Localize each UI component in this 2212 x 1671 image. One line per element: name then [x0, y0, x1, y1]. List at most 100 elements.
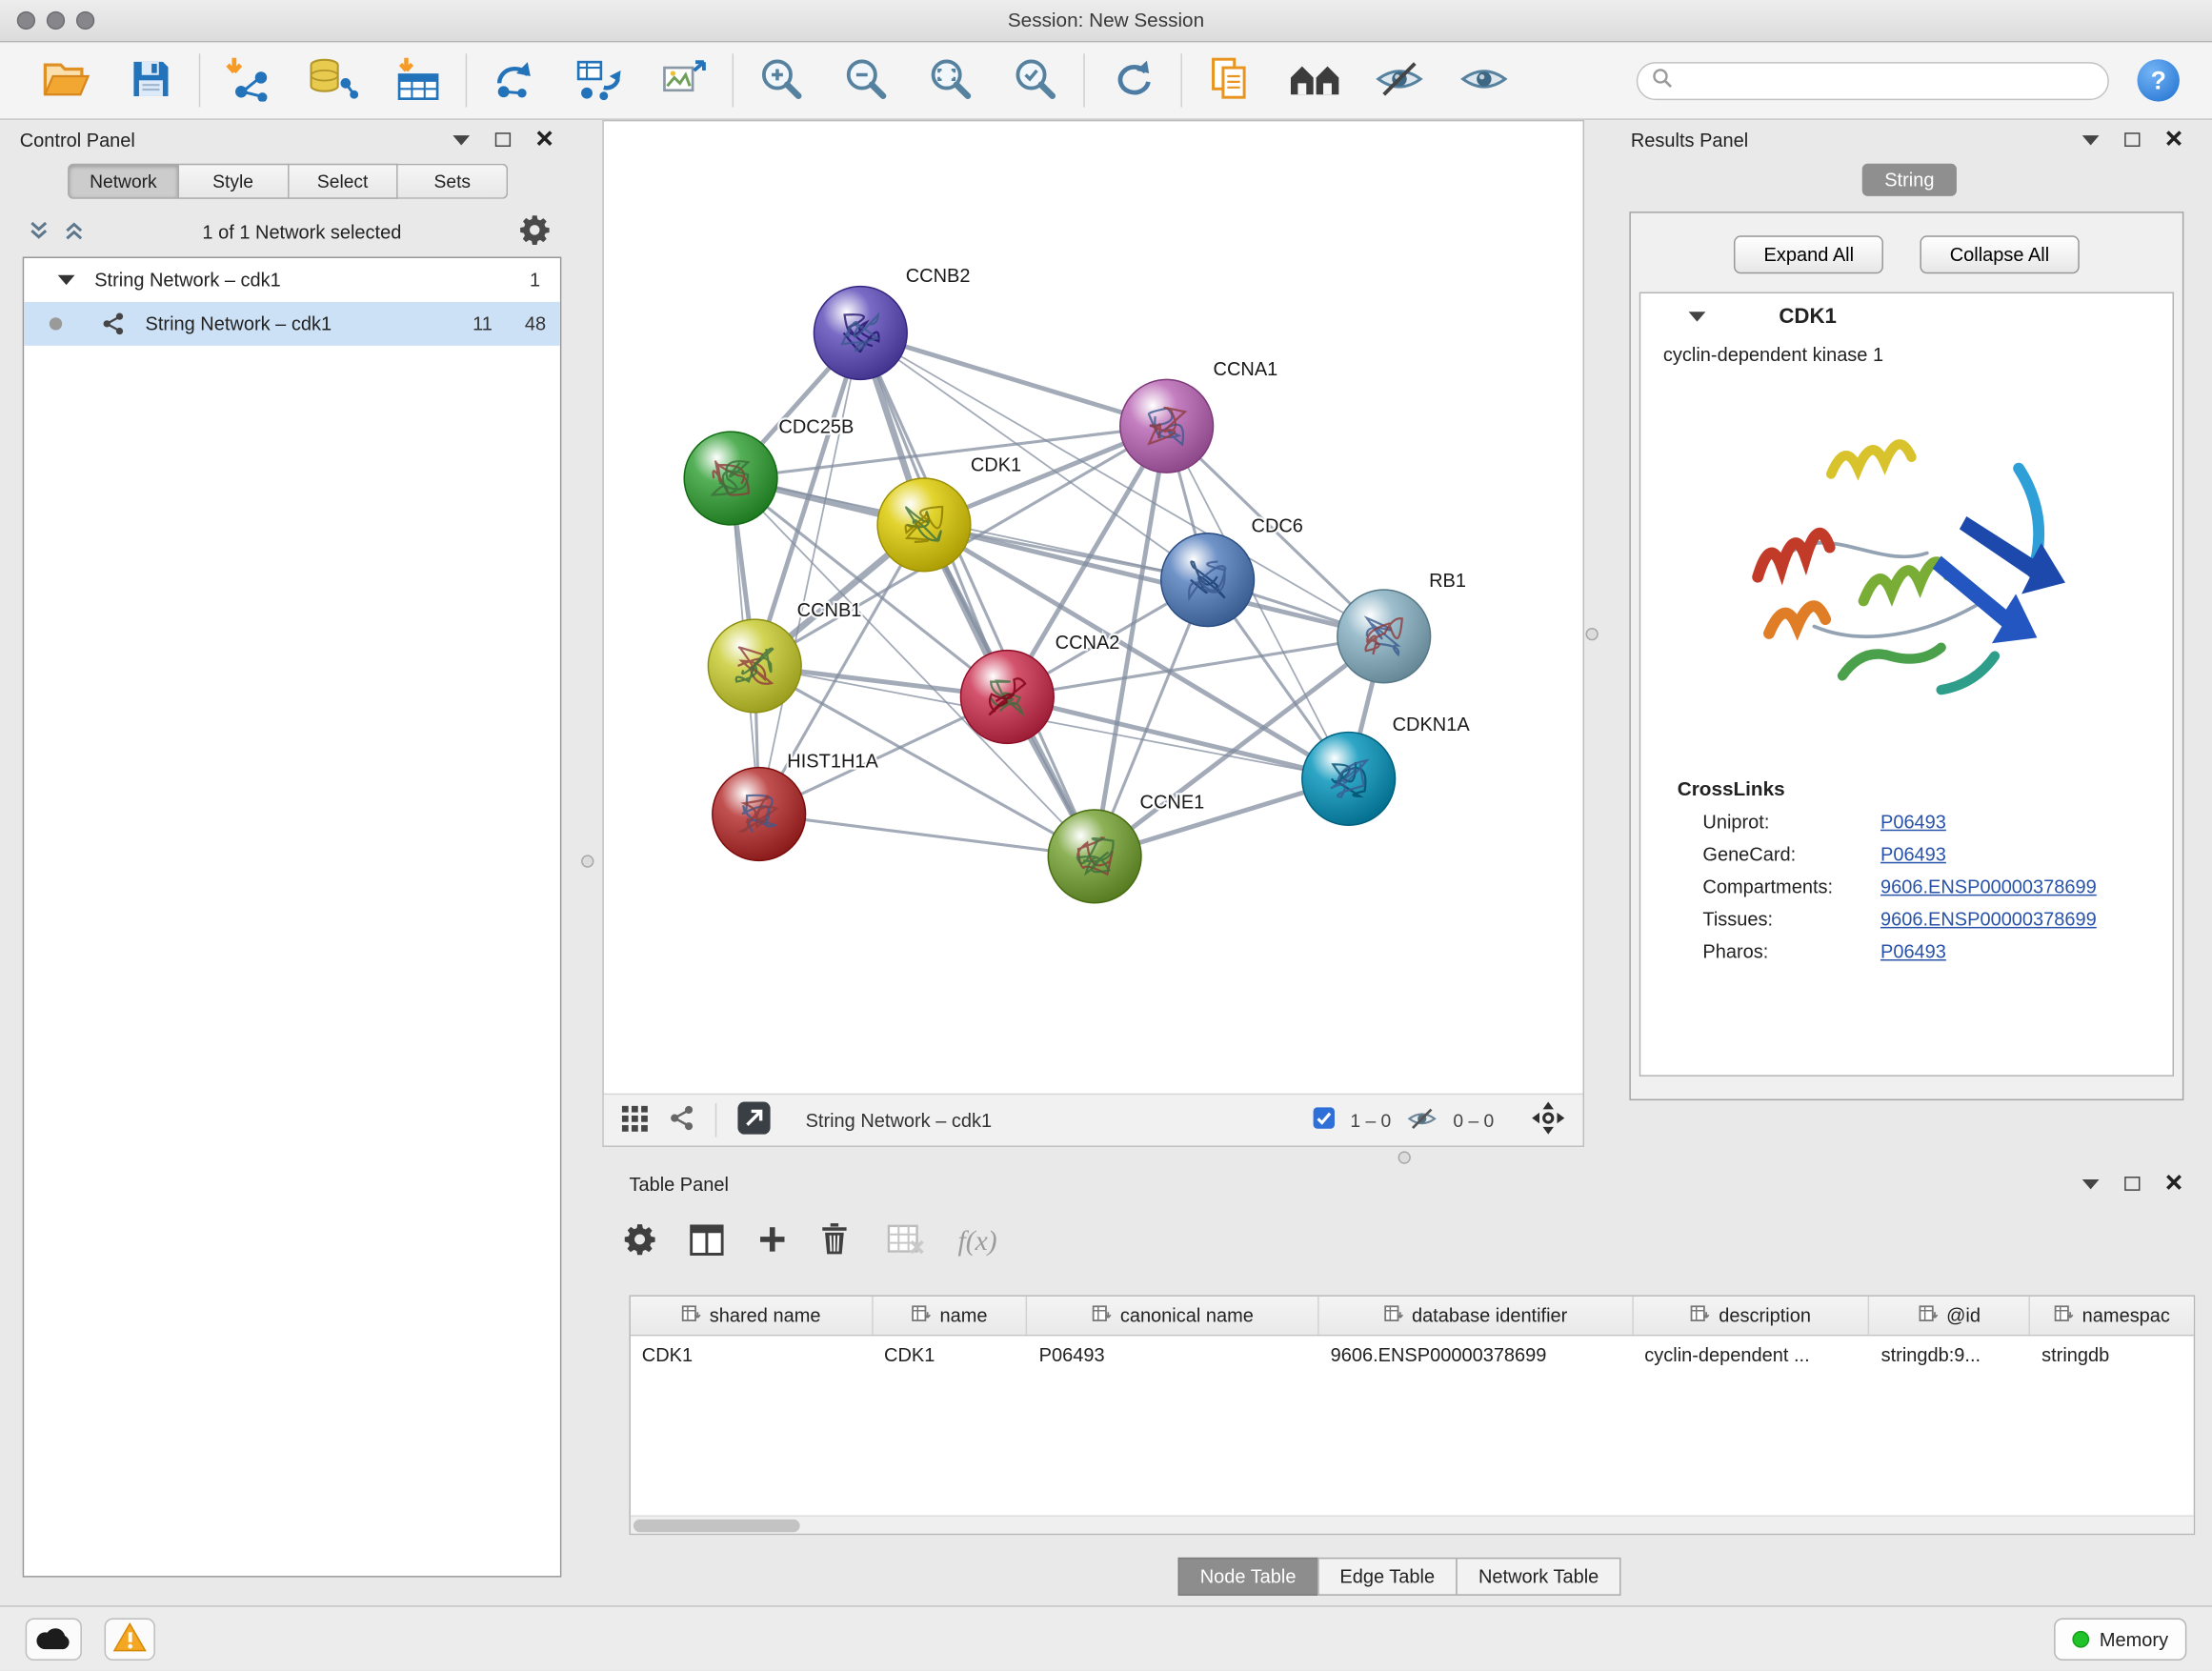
pharos-link[interactable]: P06493	[1880, 941, 1946, 962]
export-image-button[interactable]	[654, 50, 715, 110]
panel-menu-icon[interactable]	[2082, 134, 2100, 144]
float-panel-icon[interactable]	[2124, 1177, 2140, 1191]
zoom-in-button[interactable]	[751, 50, 813, 110]
import-table-from-file-button[interactable]	[387, 50, 449, 110]
gear-icon[interactable]	[519, 213, 551, 249]
close-panel-icon[interactable]	[536, 129, 553, 150]
import-network-from-database-button[interactable]	[302, 50, 364, 110]
network-collection-row[interactable]: String Network – cdk1 1	[24, 258, 560, 302]
selected-checkbox-icon[interactable]	[1312, 1106, 1336, 1135]
hidden-eye-slash-icon[interactable]	[1405, 1105, 1439, 1135]
tab-sets[interactable]: Sets	[398, 164, 508, 199]
protein-structure-image	[1729, 379, 2084, 763]
edge-HIST1H1A-CCNE1[interactable]	[759, 814, 1095, 856]
import-network-from-file-button[interactable]	[217, 50, 279, 110]
column-header-namespace[interactable]: namespac	[2030, 1297, 2193, 1335]
close-panel-icon[interactable]	[2165, 1173, 2182, 1194]
table-settings-gear-icon[interactable]	[624, 1223, 656, 1260]
tab-style[interactable]: Style	[179, 164, 289, 199]
toolbar-separator	[733, 53, 734, 107]
add-column-plus-icon[interactable]	[757, 1224, 787, 1258]
compartments-link[interactable]: 9606.ENSP00000378699	[1880, 876, 2097, 897]
column-header-shared-name[interactable]: shared name	[631, 1297, 873, 1335]
node-CCNA1[interactable]: CCNA1	[1120, 359, 1277, 473]
cell-shared-name[interactable]: CDK1	[631, 1336, 873, 1374]
expand-all-button[interactable]: Expand All	[1734, 235, 1883, 273]
refresh-button[interactable]	[1102, 50, 1164, 110]
float-panel-icon[interactable]	[2124, 132, 2140, 147]
pan-crosshair-icon[interactable]	[1531, 1100, 1566, 1139]
edge-CCNB2-CCNA1[interactable]	[860, 332, 1166, 426]
panel-menu-icon[interactable]	[452, 134, 470, 144]
cell-id[interactable]: stringdb:9...	[1870, 1336, 2031, 1374]
network-graph[interactable]: CCNB2CCNA1CDC25BCDK1CDC6RB1CCNB1CCNA2CDK…	[604, 121, 1583, 1093]
horizontal-scrollbar[interactable]	[631, 1515, 2194, 1533]
save-session-button[interactable]	[120, 50, 182, 110]
grid-view-icon[interactable]	[621, 1104, 650, 1137]
bottom-splitter-handle[interactable]	[1398, 1151, 1411, 1163]
clone-network-button[interactable]	[569, 50, 631, 110]
search-input[interactable]	[1681, 70, 2093, 91]
cell-description[interactable]: cyclin-dependent ...	[1633, 1336, 1869, 1374]
results-tab-string[interactable]: String	[1862, 164, 1958, 196]
memory-button[interactable]: Memory	[2054, 1619, 2186, 1661]
first-neighbors-button[interactable]	[1284, 50, 1346, 110]
tissues-link[interactable]: 9606.ENSP00000378699	[1880, 909, 2097, 930]
cell-name[interactable]: CDK1	[873, 1336, 1028, 1374]
collection-expand-icon[interactable]	[58, 275, 75, 285]
global-search-box[interactable]	[1637, 61, 2109, 99]
tab-network[interactable]: Network	[68, 164, 179, 199]
zoom-fit-button[interactable]	[920, 50, 982, 110]
help-button[interactable]: ?	[2138, 59, 2180, 101]
close-panel-icon[interactable]	[2165, 129, 2182, 150]
column-header-canonical-name[interactable]: canonical name	[1028, 1297, 1319, 1335]
node-CCNB2[interactable]: CCNB2	[814, 266, 970, 379]
tab-select[interactable]: Select	[289, 164, 398, 199]
warnings-button[interactable]	[105, 1619, 155, 1661]
uniprot-link[interactable]: P06493	[1880, 811, 1946, 832]
zoom-out-button[interactable]	[835, 50, 897, 110]
cell-canonical-name[interactable]: P06493	[1028, 1336, 1319, 1374]
column-header-description[interactable]: description	[1633, 1297, 1869, 1335]
genecard-link[interactable]: P06493	[1880, 844, 1946, 865]
column-header-name[interactable]: name	[873, 1297, 1028, 1335]
network-row[interactable]: String Network – cdk1 11 48	[24, 302, 560, 346]
show-columns-icon[interactable]	[690, 1224, 724, 1259]
left-splitter-handle[interactable]	[581, 855, 593, 867]
collapse-all-button[interactable]: Collapse All	[1920, 235, 2080, 273]
show-all-button[interactable]	[1453, 50, 1515, 110]
edge-CCNB2-HIST1H1A[interactable]	[759, 332, 861, 814]
new-network-from-selection-button[interactable]	[484, 50, 546, 110]
node-HIST1H1A[interactable]: HIST1H1A	[713, 752, 879, 861]
delete-column-trash-icon[interactable]	[821, 1223, 848, 1260]
tab-network-table[interactable]: Network Table	[1456, 1558, 1621, 1596]
table-row[interactable]: CDK1 CDK1 P06493 9606.ENSP00000378699 cy…	[631, 1336, 2194, 1374]
cell-database-identifier[interactable]: 9606.ENSP00000378699	[1319, 1336, 1634, 1374]
expand-all-tree-icon[interactable]	[29, 219, 50, 243]
hide-selected-button[interactable]	[1368, 50, 1430, 110]
tab-edge-table[interactable]: Edge Table	[1317, 1558, 1458, 1596]
edge-CCNB2-CCNE1[interactable]	[860, 332, 1095, 856]
edge-CCNA2-CDKN1A[interactable]	[1007, 697, 1348, 779]
birdseye-view-icon[interactable]	[736, 1100, 772, 1139]
tab-node-table[interactable]: Node Table	[1177, 1558, 1318, 1596]
node-CCNB1[interactable]: CCNB1	[708, 600, 861, 713]
open-session-button[interactable]	[35, 50, 97, 110]
gene-collapse-icon[interactable]	[1689, 312, 1706, 321]
scrollbar-thumb[interactable]	[633, 1520, 800, 1532]
cloud-sync-button[interactable]	[26, 1619, 82, 1661]
right-splitter-handle[interactable]	[1585, 628, 1598, 640]
node-CDKN1A[interactable]: CDKN1A	[1302, 715, 1471, 825]
copy-button[interactable]	[1199, 50, 1261, 110]
node-CDK1[interactable]: CDK1	[877, 455, 1021, 572]
network-share-icon[interactable]	[669, 1105, 695, 1137]
collapse-all-tree-icon[interactable]	[64, 221, 85, 241]
panel-menu-icon[interactable]	[2082, 1178, 2100, 1188]
node-RB1[interactable]: RB1	[1337, 571, 1466, 683]
float-panel-icon[interactable]	[495, 132, 511, 147]
column-header-database-identifier[interactable]: database identifier	[1319, 1297, 1634, 1335]
string-results-box: Expand All Collapse All CDK1 cyclin-depe…	[1629, 211, 2183, 1100]
cell-namespace[interactable]: stringdb	[2030, 1336, 2193, 1374]
zoom-selected-button[interactable]	[1004, 50, 1066, 110]
column-header-id[interactable]: @id	[1870, 1297, 2031, 1335]
